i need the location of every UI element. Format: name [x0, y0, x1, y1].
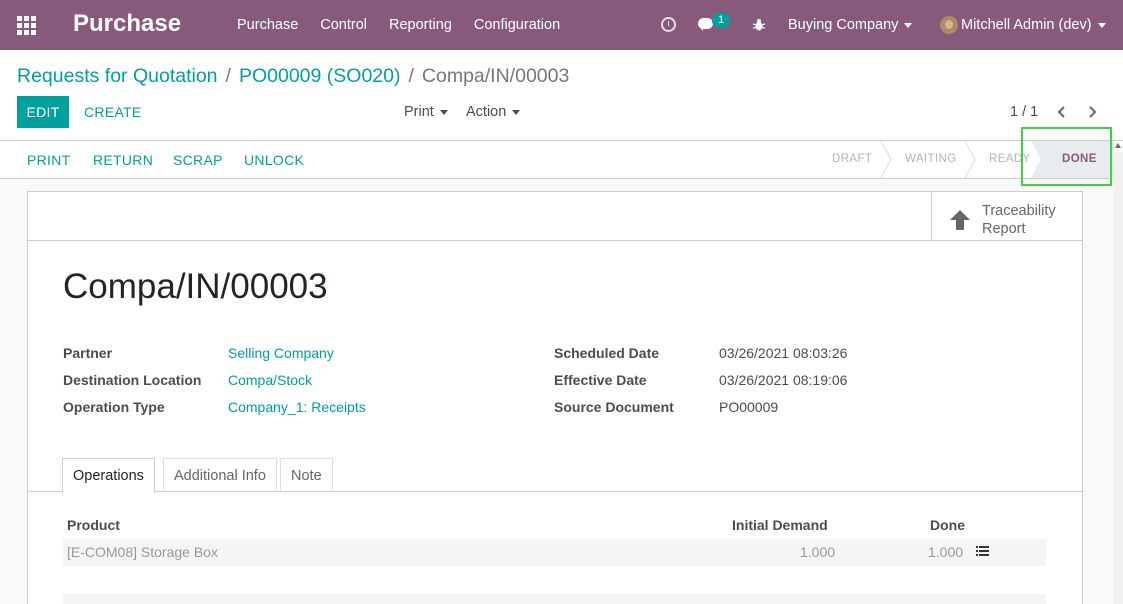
return-button[interactable]: RETURN [93, 152, 153, 168]
column-done[interactable]: Done [930, 517, 965, 533]
destination-location-link[interactable]: Compa/Stock [228, 372, 312, 388]
arrow-up-icon [950, 210, 970, 230]
scrap-button[interactable]: SCRAP [173, 152, 223, 168]
breadcrumb-rfq-link[interactable]: Requests for Quotation [17, 65, 218, 88]
traceability-report-button[interactable]: Traceability Report [931, 192, 1082, 241]
caret-down-icon [1097, 22, 1106, 28]
control-panel: Requests for Quotation / PO00009 (SO020)… [0, 50, 1123, 141]
user-name: Mitchell Admin (dev) [961, 17, 1092, 33]
breadcrumb-separator: / [408, 65, 414, 87]
tab-additional-info[interactable]: Additional Info [163, 458, 277, 492]
scheduled-date-value: 03/26/2021 08:03:26 [719, 345, 848, 361]
column-initial-demand[interactable]: Initial Demand [732, 517, 828, 533]
scrollbar-track[interactable] [1113, 152, 1123, 604]
app-name: Purchase [73, 10, 182, 37]
action-dropdown[interactable]: Action [466, 104, 521, 120]
messages-count-badge: 1 [712, 13, 730, 28]
edit-button[interactable]: EDIT [17, 96, 69, 128]
traceability-report-label: Traceability Report [982, 203, 1056, 237]
menu-item-configuration[interactable]: Configuration [474, 17, 560, 33]
table-row[interactable]: [E-COM08] Storage Box 1.000 1.000 [63, 539, 1046, 566]
row-product: [E-COM08] Storage Box [67, 544, 218, 560]
source-document-value: PO00009 [719, 399, 779, 415]
record-title: Compa/IN/00003 [63, 267, 328, 306]
source-document-label: Source Document [554, 399, 674, 415]
partner-link[interactable]: Selling Company [228, 345, 334, 361]
main-menu: Purchase Control Reporting Configuration [237, 17, 560, 33]
breadcrumb-separator: / [225, 65, 231, 87]
stage-separator-icon [964, 141, 976, 178]
operation-type-label: Operation Type [63, 399, 165, 415]
activity-clock-icon[interactable] [661, 17, 676, 32]
scroll-up-icon[interactable] [1115, 143, 1121, 148]
menu-item-purchase[interactable]: Purchase [237, 17, 298, 33]
print-dropdown-label: Print [404, 104, 434, 120]
stage-draft[interactable]: DRAFT [832, 141, 872, 178]
user-menu[interactable]: Mitchell Admin (dev) [961, 17, 1106, 33]
company-switcher[interactable]: Buying Company [788, 17, 913, 33]
scheduled-date-label: Scheduled Date [554, 345, 660, 361]
user-avatar[interactable] [940, 16, 958, 34]
debug-bug-icon[interactable] [753, 18, 765, 32]
breadcrumb-po-link[interactable]: PO00009 (SO020) [239, 65, 401, 88]
destination-location-label: Destination Location [63, 372, 202, 388]
company-name: Buying Company [788, 17, 899, 33]
breadcrumb: Requests for Quotation / PO00009 (SO020)… [17, 65, 569, 88]
operations-table-header: Product Initial Demand Done [63, 514, 1046, 538]
stage-separator-icon [880, 141, 892, 178]
row-initial-demand: 1.000 [800, 544, 836, 560]
action-dropdown-label: Action [466, 104, 507, 120]
table-footer-row [63, 594, 1046, 604]
caret-down-icon [439, 109, 448, 115]
apps-menu-icon[interactable] [17, 16, 36, 35]
menu-item-control[interactable]: Control [320, 17, 367, 33]
pager-previous-icon[interactable] [1057, 106, 1067, 118]
highlight-box [1021, 127, 1112, 186]
effective-date-label: Effective Date [554, 372, 647, 388]
form-sheet: Traceability Report Compa/IN/00003 Partn… [27, 191, 1083, 604]
stage-waiting[interactable]: WAITING [905, 141, 957, 178]
notebook-tabs: Operations Additional Info Note [28, 458, 1082, 493]
print-button[interactable]: PRINT [27, 152, 71, 168]
menu-item-reporting[interactable]: Reporting [389, 17, 452, 33]
create-button[interactable]: CREATE [84, 104, 142, 120]
partner-label: Partner [63, 345, 113, 361]
top-navbar: Purchase Purchase Control Reporting Conf… [0, 0, 1123, 50]
pager-value[interactable]: 1 / 1 [1010, 104, 1038, 120]
messages-icon[interactable] [698, 18, 713, 31]
unlock-button[interactable]: UNLOCK [244, 152, 304, 168]
row-done: 1.000 [928, 544, 964, 560]
smart-button-box: Traceability Report [28, 192, 1082, 241]
tab-operations[interactable]: Operations [62, 458, 155, 493]
detailed-operations-list-icon[interactable] [976, 546, 989, 556]
effective-date-value: 03/26/2021 08:19:06 [719, 372, 848, 388]
operation-type-link[interactable]: Company_1: Receipts [228, 399, 366, 415]
tab-note[interactable]: Note [280, 458, 333, 492]
column-product[interactable]: Product [67, 517, 120, 533]
breadcrumb-current: Compa/IN/00003 [421, 65, 570, 87]
pager-next-icon[interactable] [1087, 106, 1097, 118]
print-dropdown[interactable]: Print [404, 104, 448, 120]
caret-down-icon [512, 109, 521, 115]
caret-down-icon [904, 22, 913, 28]
